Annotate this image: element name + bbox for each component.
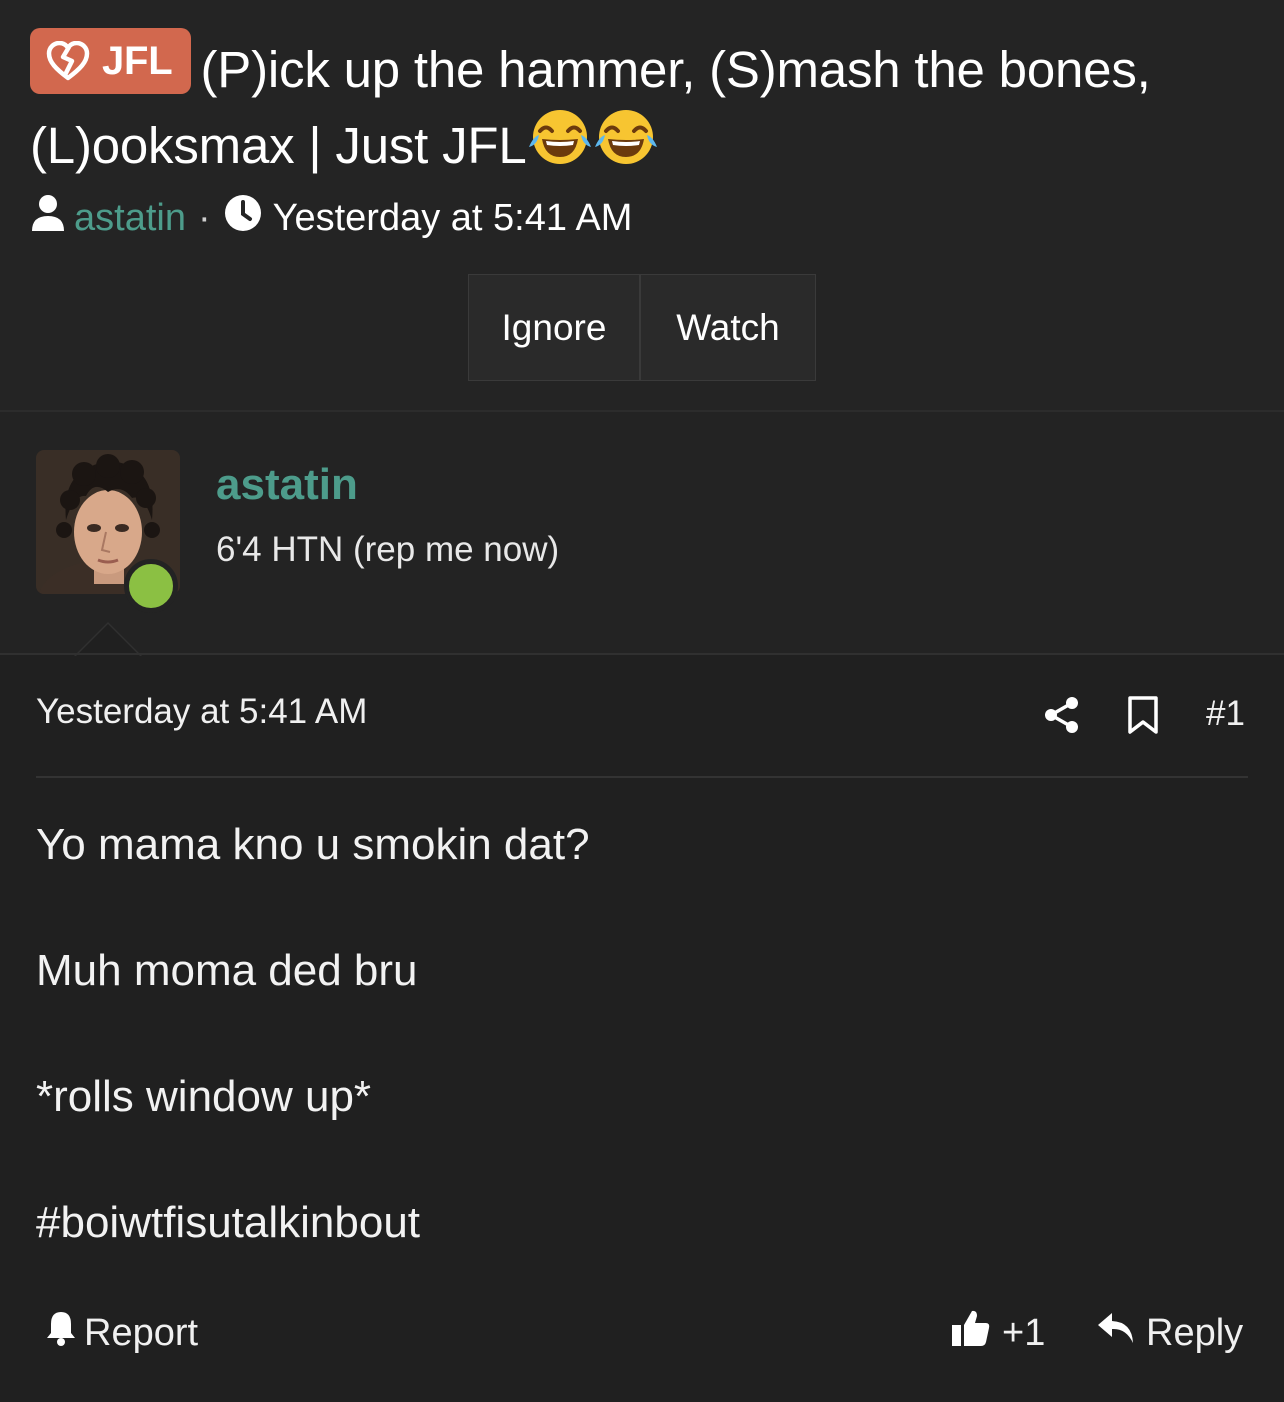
ignore-button[interactable]: Ignore bbox=[469, 275, 641, 380]
report-label: Report bbox=[84, 1311, 199, 1354]
like-count: +1 bbox=[1002, 1311, 1046, 1354]
thread-header: JFL (P)ick up the hammer, (S)mash the bo… bbox=[0, 0, 1284, 412]
divider bbox=[36, 776, 1248, 778]
clock-icon bbox=[223, 193, 263, 243]
broken-heart-icon bbox=[46, 41, 90, 81]
meta-separator: · bbox=[197, 196, 211, 239]
bell-icon bbox=[44, 1309, 78, 1357]
post-body-line: *rolls window up* bbox=[36, 1072, 372, 1121]
author-box-pointer-fill bbox=[76, 624, 140, 656]
report-button[interactable]: Report bbox=[44, 1308, 198, 1358]
post-author-name[interactable]: astatin bbox=[216, 460, 358, 510]
tears-of-joy-emoji-icon bbox=[527, 107, 593, 189]
thumbs-up-icon bbox=[950, 1307, 992, 1359]
thread-meta: astatin · Yesterday at 5:41 AM bbox=[30, 195, 632, 241]
post-number-link[interactable]: #1 bbox=[1206, 694, 1245, 734]
divider bbox=[0, 653, 1284, 655]
post-body-line: Muh moma ded bru bbox=[36, 946, 418, 995]
thread-prefix-label: JFL bbox=[102, 39, 173, 83]
online-status-indicator bbox=[124, 559, 178, 613]
share-icon[interactable] bbox=[1042, 695, 1082, 740]
post-body-line: Yo mama kno u smokin dat? bbox=[36, 820, 590, 869]
user-icon bbox=[30, 193, 66, 243]
like-button[interactable]: +1 bbox=[950, 1308, 1045, 1358]
post-body-line: #boiwtfisutalkinbout bbox=[36, 1198, 421, 1247]
thread-title: JFL (P)ick up the hammer, (S)mash the bo… bbox=[30, 28, 1260, 189]
post-author-box: astatin 6'4 HTN (rep me now) bbox=[0, 412, 1284, 656]
reply-label: Reply bbox=[1146, 1311, 1244, 1354]
thread-action-buttons: Ignore Watch bbox=[468, 274, 816, 381]
post-timestamp[interactable]: Yesterday at 5:41 AM bbox=[36, 692, 367, 732]
tears-of-joy-emoji-icon bbox=[593, 107, 659, 189]
thread-prefix-badge[interactable]: JFL bbox=[30, 28, 191, 94]
thread-post-date[interactable]: Yesterday at 5:41 AM bbox=[273, 197, 633, 240]
reply-button[interactable]: Reply bbox=[1096, 1308, 1243, 1358]
watch-button[interactable]: Watch bbox=[641, 275, 815, 380]
thread-author-link[interactable]: astatin bbox=[74, 197, 186, 240]
reply-arrow-icon bbox=[1096, 1310, 1136, 1356]
post-author-user-title: 6'4 HTN (rep me now) bbox=[216, 530, 560, 569]
bookmark-icon[interactable] bbox=[1126, 695, 1160, 740]
